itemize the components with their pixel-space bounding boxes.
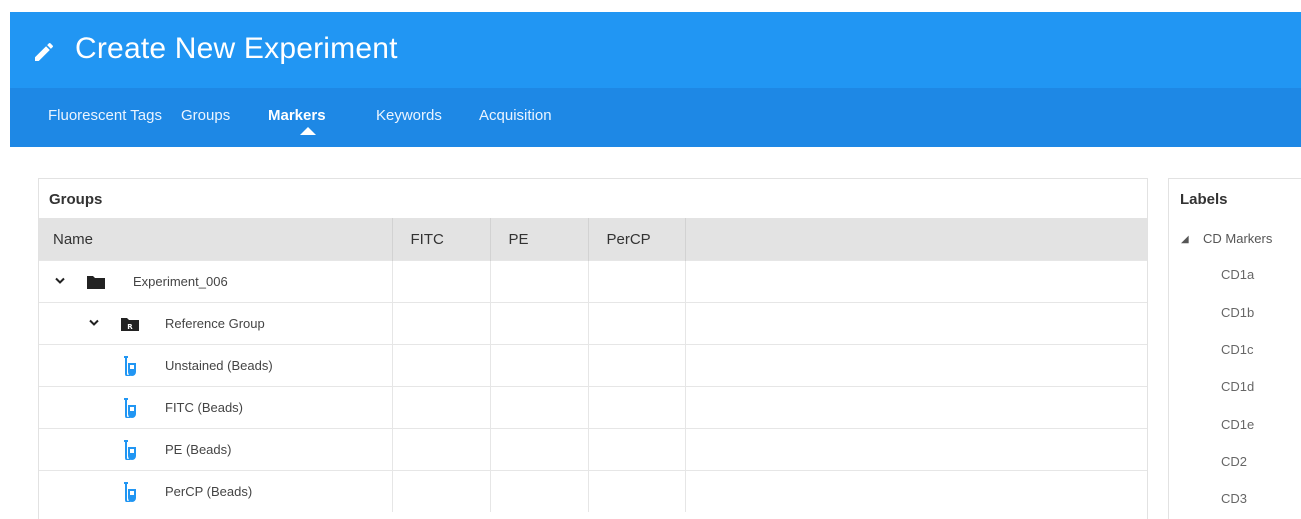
row-name: FITC (Beads) <box>165 400 244 415</box>
tree-collapse-icon[interactable]: ◢ <box>1181 234 1189 245</box>
chevron-down-icon[interactable] <box>89 319 99 327</box>
cell-percp[interactable] <box>588 386 686 429</box>
tree-item-cd2[interactable]: CD2 <box>1221 454 1247 469</box>
tree-node-cd-markers[interactable]: CD Markers <box>1203 231 1272 246</box>
folder-icon <box>87 276 105 289</box>
cell-percp[interactable] <box>588 470 686 512</box>
tree-item-cd1c[interactable]: CD1c <box>1221 342 1254 357</box>
groups-table: Name FITC PE PerCP Experiment_006 R Refe… <box>39 218 1147 512</box>
cell-percp[interactable] <box>588 302 686 345</box>
cell-fitc[interactable] <box>392 344 491 387</box>
tube-icon <box>124 440 136 460</box>
cell-percp[interactable] <box>588 344 686 387</box>
row-name: Unstained (Beads) <box>165 358 273 373</box>
cell-fitc[interactable] <box>392 470 491 512</box>
cell-fitc[interactable] <box>392 428 491 471</box>
pencil-icon <box>35 42 54 61</box>
cell-percp[interactable] <box>588 428 686 471</box>
cell-fitc[interactable] <box>392 302 491 345</box>
cell-pe[interactable] <box>490 344 589 387</box>
labels-panel: Labels ◢ CD Markers CD1a CD1b CD1c CD1d … <box>1168 178 1301 519</box>
row-name: PerCP (Beads) <box>165 484 253 499</box>
column-header-fitc[interactable]: FITC <box>392 218 491 261</box>
cell-fitc[interactable] <box>392 386 491 429</box>
tree-item-cd1b[interactable]: CD1b <box>1221 305 1254 320</box>
tube-icon <box>124 398 136 418</box>
app-header: Create New Experiment Fluorescent Tags G… <box>10 12 1301 147</box>
cell-pe[interactable] <box>490 302 589 345</box>
cell-fitc[interactable] <box>392 260 491 303</box>
tab-keywords[interactable]: Keywords <box>376 107 442 124</box>
labels-panel-title: Labels <box>1180 191 1228 208</box>
table-row[interactable]: Experiment_006 <box>39 260 1147 303</box>
table-row[interactable]: FITC (Beads) <box>39 386 1147 429</box>
tree-item-cd1e[interactable]: CD1e <box>1221 417 1254 432</box>
tab-bar: Fluorescent Tags Groups Markers Keywords… <box>10 88 1301 147</box>
column-header-pe[interactable]: PE <box>490 218 589 261</box>
cell-pe[interactable] <box>490 470 589 512</box>
tab-fluorescent-tags[interactable]: Fluorescent Tags <box>48 107 162 124</box>
row-name: PE (Beads) <box>165 442 232 457</box>
cell-pe[interactable] <box>490 260 589 303</box>
row-name: Experiment_006 <box>133 274 228 289</box>
active-tab-indicator <box>300 127 316 135</box>
column-header-percp[interactable]: PerCP <box>588 218 686 261</box>
reference-folder-icon: R <box>121 318 139 331</box>
svg-text:R: R <box>127 323 133 331</box>
page-title: Create New Experiment <box>75 32 398 65</box>
tab-markers[interactable]: Markers <box>268 107 326 124</box>
table-row[interactable]: PerCP (Beads) <box>39 470 1147 512</box>
table-row[interactable]: Unstained (Beads) <box>39 344 1147 387</box>
tree-item-cd1d[interactable]: CD1d <box>1221 379 1254 394</box>
column-header-name[interactable]: Name <box>39 218 393 261</box>
row-name: Reference Group <box>165 316 265 331</box>
cell-pe[interactable] <box>490 386 589 429</box>
table-row[interactable]: R Reference Group <box>39 302 1147 345</box>
tab-acquisition[interactable]: Acquisition <box>479 107 552 124</box>
groups-panel-title: Groups <box>49 191 103 208</box>
table-header-row: Name FITC PE PerCP <box>39 218 1147 261</box>
cell-percp[interactable] <box>588 260 686 303</box>
tube-icon <box>124 356 136 376</box>
tree-item-cd3[interactable]: CD3 <box>1221 491 1247 506</box>
tab-groups[interactable]: Groups <box>181 107 230 124</box>
table-row[interactable]: PE (Beads) <box>39 428 1147 471</box>
chevron-down-icon[interactable] <box>55 277 65 285</box>
tree-item-cd1a[interactable]: CD1a <box>1221 267 1254 282</box>
groups-panel: Groups Name FITC PE PerCP Experiment_006 <box>38 178 1148 519</box>
cell-pe[interactable] <box>490 428 589 471</box>
title-bar: Create New Experiment <box>10 12 1301 88</box>
column-header-empty <box>685 218 1147 261</box>
tube-icon <box>124 482 136 502</box>
